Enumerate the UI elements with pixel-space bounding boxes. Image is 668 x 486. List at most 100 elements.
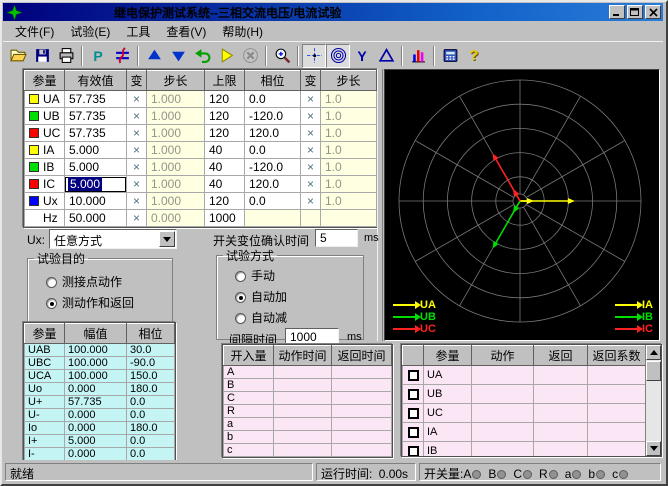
vary-toggle[interactable]: × bbox=[301, 125, 321, 142]
value-cell[interactable]: 10.000 bbox=[65, 193, 127, 210]
limit-cell[interactable]: 120 bbox=[205, 193, 245, 210]
parameter-p-button[interactable]: P bbox=[86, 44, 110, 68]
mode-group: 试验方式 手动 自动加 自动减 间隔时间 1000 ms bbox=[216, 247, 364, 340]
value-cell[interactable]: 50.000 bbox=[65, 210, 127, 227]
phase-cell[interactable]: 120.0 bbox=[245, 176, 301, 193]
vary-toggle[interactable]: × bbox=[127, 159, 147, 176]
vary-toggle[interactable]: × bbox=[127, 108, 147, 125]
step-cell[interactable]: 1.0 bbox=[321, 142, 377, 159]
menu-item-file[interactable]: 文件(F) bbox=[7, 22, 62, 41]
step-cell[interactable]: 1.0 bbox=[321, 176, 377, 193]
value-cell[interactable]: 5.000 bbox=[65, 142, 127, 159]
phase-cell[interactable]: 120.0 bbox=[245, 125, 301, 142]
value-cell[interactable]: 57.735 bbox=[65, 91, 127, 108]
axes-view-button[interactable] bbox=[302, 44, 326, 68]
step-cell[interactable]: 1.000 bbox=[147, 159, 205, 176]
print-button[interactable] bbox=[54, 44, 78, 68]
step-cell[interactable]: 1.000 bbox=[147, 193, 205, 210]
close-button[interactable] bbox=[645, 5, 661, 19]
step-cell[interactable]: 1.0 bbox=[321, 125, 377, 142]
row-checkbox[interactable] bbox=[408, 389, 419, 400]
radio-option-auto-decrease[interactable]: 自动减 bbox=[235, 309, 357, 326]
vary-toggle[interactable]: × bbox=[127, 193, 147, 210]
phase-cell[interactable]: 0.0 bbox=[245, 193, 301, 210]
row-checkbox[interactable] bbox=[408, 408, 419, 419]
calculator-button[interactable] bbox=[438, 44, 462, 68]
minimize-button[interactable] bbox=[609, 5, 625, 19]
phase-sequence-button[interactable] bbox=[110, 44, 134, 68]
scrollbar-thumb[interactable] bbox=[646, 361, 661, 381]
limit-cell[interactable]: 40 bbox=[205, 142, 245, 159]
vary-toggle[interactable]: × bbox=[301, 142, 321, 159]
phase-cell[interactable]: 0.0 bbox=[245, 142, 301, 159]
phase-cell[interactable]: 0.0 bbox=[245, 91, 301, 108]
step-cell[interactable]: 1.000 bbox=[147, 108, 205, 125]
value-cell[interactable]: 57.735 bbox=[65, 108, 127, 125]
limit-cell[interactable]: 40 bbox=[205, 176, 245, 193]
save-button[interactable] bbox=[30, 44, 54, 68]
row-checkbox[interactable] bbox=[408, 446, 419, 457]
step-cell[interactable]: 0.000 bbox=[147, 210, 205, 227]
row-checkbox[interactable] bbox=[408, 427, 419, 438]
phase-cell[interactable]: -120.0 bbox=[245, 159, 301, 176]
vary-toggle[interactable]: × bbox=[127, 176, 147, 193]
step-cell[interactable]: 1.000 bbox=[147, 91, 205, 108]
delta-connection-button[interactable] bbox=[374, 44, 398, 68]
undo-button[interactable] bbox=[190, 44, 214, 68]
help-button[interactable]: ? bbox=[462, 44, 486, 68]
step-cell[interactable]: 1.0 bbox=[321, 159, 377, 176]
maximize-button[interactable] bbox=[627, 5, 643, 19]
phase-cell[interactable]: -120.0 bbox=[245, 108, 301, 125]
step-up-button[interactable] bbox=[142, 44, 166, 68]
step-down-button[interactable] bbox=[166, 44, 190, 68]
menu-item-help[interactable]: 帮助(H) bbox=[214, 22, 271, 41]
vary-toggle[interactable]: × bbox=[301, 159, 321, 176]
scroll-up-button[interactable] bbox=[646, 345, 661, 360]
menu-item-tools[interactable]: 工具 bbox=[118, 22, 158, 41]
value-cell[interactable]: 57.735 bbox=[65, 125, 127, 142]
vary-toggle[interactable]: × bbox=[301, 193, 321, 210]
stop-test-button[interactable] bbox=[238, 44, 262, 68]
vary-toggle[interactable]: × bbox=[127, 210, 147, 227]
radio-option-contact-action[interactable]: 测接点动作 bbox=[46, 273, 166, 290]
vary-toggle[interactable]: × bbox=[127, 91, 147, 108]
step-cell[interactable]: 1.0 bbox=[321, 108, 377, 125]
radio-option-action-return[interactable]: 测动作和返回 bbox=[46, 294, 166, 311]
vary-toggle[interactable]: × bbox=[127, 142, 147, 159]
radio-checked-icon bbox=[46, 298, 57, 309]
ux-select[interactable]: 任意方式 bbox=[49, 229, 177, 249]
radio-option-manual[interactable]: 手动 bbox=[235, 267, 357, 284]
open-button[interactable] bbox=[6, 44, 30, 68]
scroll-down-button[interactable] bbox=[646, 441, 661, 456]
confirm-time-input[interactable]: 5 bbox=[315, 229, 358, 247]
limit-cell[interactable]: 1000 bbox=[205, 210, 245, 227]
vary-toggle[interactable]: × bbox=[301, 108, 321, 125]
value-cell[interactable]: 5.000 bbox=[65, 159, 127, 176]
bar-graph-button[interactable] bbox=[406, 44, 430, 68]
step-cell[interactable]: 1.000 bbox=[147, 142, 205, 159]
vector-view-button[interactable] bbox=[326, 44, 350, 68]
vary-toggle[interactable]: × bbox=[127, 125, 147, 142]
start-test-button[interactable] bbox=[214, 44, 238, 68]
limit-cell[interactable]: 120 bbox=[205, 91, 245, 108]
radio-option-auto-increase[interactable]: 自动加 bbox=[235, 288, 357, 305]
limit-cell[interactable]: 120 bbox=[205, 108, 245, 125]
vary-toggle[interactable]: × bbox=[301, 176, 321, 193]
zoom-button[interactable] bbox=[270, 44, 294, 68]
step-cell[interactable]: 1.000 bbox=[147, 125, 205, 142]
value-cell-editing[interactable]: 5.000 bbox=[65, 176, 127, 193]
menu-item-view[interactable]: 查看(V) bbox=[158, 22, 214, 41]
splitter[interactable] bbox=[377, 69, 383, 341]
vertical-scrollbar[interactable] bbox=[645, 345, 661, 456]
ux-select-dropdown-button[interactable] bbox=[159, 231, 175, 247]
menu-item-test[interactable]: 试验(E) bbox=[62, 22, 118, 41]
value-editbox[interactable]: 5.000 bbox=[65, 177, 126, 192]
limit-cell[interactable]: 120 bbox=[205, 125, 245, 142]
step-cell[interactable]: 1.0 bbox=[321, 91, 377, 108]
limit-cell[interactable]: 40 bbox=[205, 159, 245, 176]
vary-toggle[interactable]: × bbox=[301, 91, 321, 108]
step-cell[interactable]: 1.0 bbox=[321, 193, 377, 210]
row-checkbox[interactable] bbox=[408, 370, 419, 381]
y-connection-button[interactable]: Y bbox=[350, 44, 374, 68]
step-cell[interactable]: 1.000 bbox=[147, 176, 205, 193]
